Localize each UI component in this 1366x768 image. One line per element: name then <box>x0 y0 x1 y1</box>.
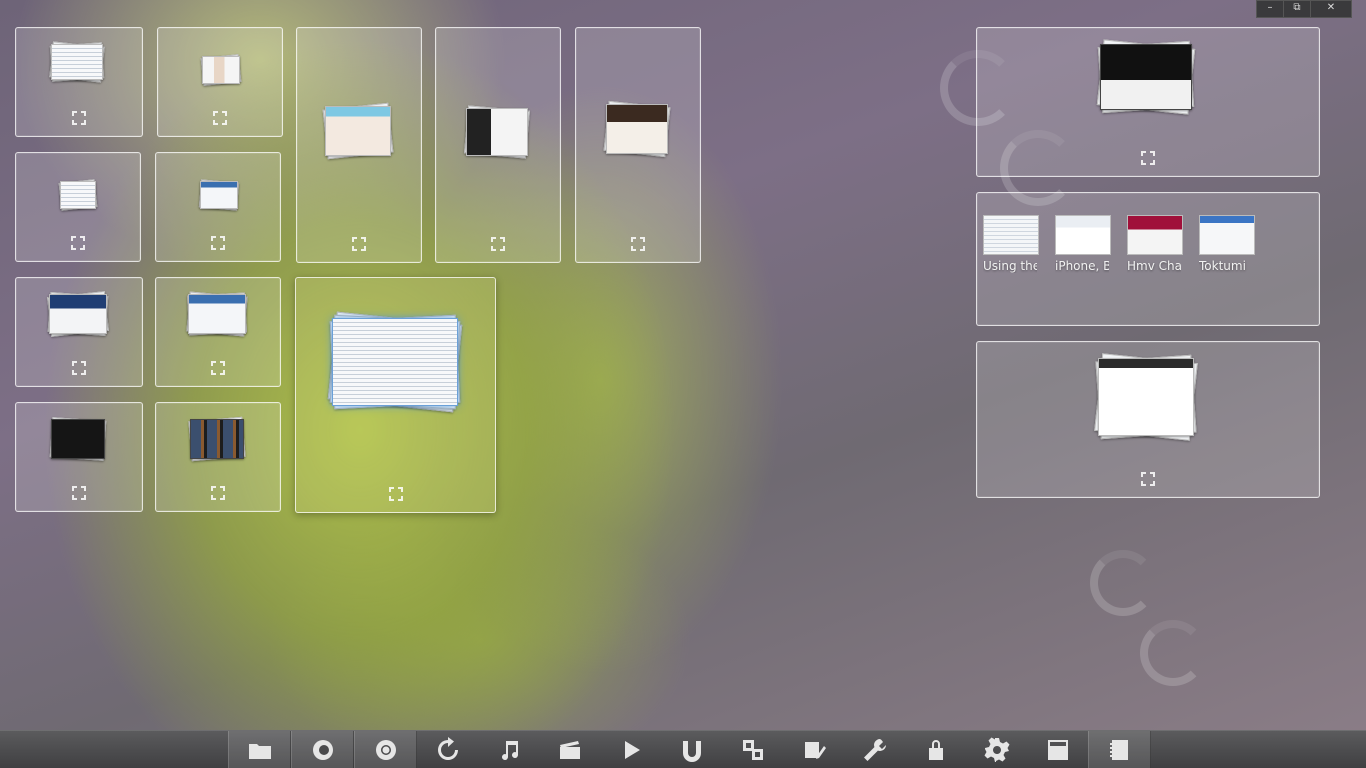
sync-button[interactable] <box>417 731 478 768</box>
notes-button[interactable] <box>1088 731 1151 768</box>
refresh-icon <box>437 737 458 760</box>
window-group-tile[interactable] <box>15 27 143 137</box>
thumbnail-image <box>1199 215 1255 255</box>
thumbnail-image <box>1055 215 1111 255</box>
calculator-button[interactable] <box>1027 731 1088 768</box>
window-thumbnail[interactable]: Hmv Cha <box>1127 215 1183 273</box>
window-thumbnail[interactable]: Using the <box>983 215 1039 273</box>
utorrent-icon <box>682 741 701 762</box>
window-group-tile[interactable] <box>15 152 141 262</box>
thumbnail-caption: Hmv Cha <box>1127 259 1181 273</box>
window-group-tile[interactable] <box>157 27 283 137</box>
window-list-tile[interactable]: Using the iPhone, B Hmv Cha Toktumi <box>976 192 1320 326</box>
notes-icon <box>1109 740 1128 760</box>
firefox-button[interactable] <box>291 731 354 768</box>
lock-icon <box>928 740 943 760</box>
window-group-tile[interactable] <box>976 341 1320 498</box>
expand-icon[interactable] <box>388 486 404 502</box>
thumbnail-image <box>1127 215 1183 255</box>
expand-icon[interactable] <box>70 235 86 251</box>
window-group-tile[interactable] <box>15 402 143 512</box>
chrome-button[interactable] <box>354 731 417 768</box>
expand-icon[interactable] <box>1140 471 1156 487</box>
window-thumbnail[interactable]: iPhone, B <box>1055 215 1111 273</box>
play-icon <box>624 741 640 759</box>
window-group-tile-selected[interactable] <box>295 277 496 513</box>
expand-icon[interactable] <box>490 236 506 252</box>
window-group-tile[interactable] <box>15 277 143 387</box>
thumbnail-caption: Using the <box>983 259 1037 273</box>
calculator-icon <box>1047 740 1068 760</box>
expand-icon[interactable] <box>212 110 228 126</box>
thumbnail-image <box>983 215 1039 255</box>
windows-switch-icon <box>742 740 763 760</box>
expand-icon[interactable] <box>210 485 226 501</box>
thumbnail-caption: Toktumi <box>1199 259 1246 273</box>
chrome-icon <box>375 740 396 760</box>
folder-button[interactable] <box>228 731 291 768</box>
switch-windows-button[interactable] <box>722 731 783 768</box>
expand-icon[interactable] <box>210 235 226 251</box>
window-group-tile[interactable] <box>155 402 281 512</box>
taskbar <box>0 730 1366 768</box>
close-button[interactable]: ✕ <box>1310 0 1352 18</box>
window-group-tile[interactable] <box>575 27 701 263</box>
window-group-tile[interactable] <box>296 27 422 263</box>
gear-icon <box>984 737 1009 762</box>
window-thumbnail[interactable]: Toktumi <box>1199 215 1255 273</box>
gauge-widget <box>1090 550 1156 616</box>
music-note-icon <box>501 741 518 761</box>
clapperboard-icon <box>559 741 580 759</box>
expand-icon[interactable] <box>351 236 367 252</box>
tools-button[interactable] <box>844 731 905 768</box>
window-group-tile[interactable] <box>155 277 281 387</box>
media-player-button[interactable] <box>600 731 661 768</box>
notepad-icon <box>804 742 826 759</box>
window-thumbnail-row: Using the iPhone, B Hmv Cha Toktumi <box>983 215 1255 273</box>
folder-icon <box>248 744 271 759</box>
wrench-icon <box>863 739 886 761</box>
window-group-tile[interactable] <box>435 27 561 263</box>
lock-button[interactable] <box>905 731 966 768</box>
settings-button[interactable] <box>966 731 1027 768</box>
window-controls: – ⧉ ✕ <box>1256 0 1352 18</box>
expand-icon[interactable] <box>630 236 646 252</box>
expand-icon[interactable] <box>1140 150 1156 166</box>
expand-icon[interactable] <box>210 360 226 376</box>
window-group-tile[interactable] <box>976 27 1320 177</box>
thumbnail-caption: iPhone, B <box>1055 259 1109 273</box>
firefox-icon <box>312 740 333 760</box>
music-button[interactable] <box>478 731 539 768</box>
window-group-tile[interactable] <box>155 152 281 262</box>
gauge-widget <box>1140 620 1206 686</box>
expand-icon[interactable] <box>71 110 87 126</box>
expand-icon[interactable] <box>71 360 87 376</box>
torrent-button[interactable] <box>661 731 722 768</box>
taskbar-icons <box>228 731 1151 768</box>
notepad-button[interactable] <box>783 731 844 768</box>
video-button[interactable] <box>539 731 600 768</box>
expand-icon[interactable] <box>71 485 87 501</box>
minimize-button[interactable]: – <box>1256 0 1284 18</box>
restore-button[interactable]: ⧉ <box>1283 0 1311 18</box>
